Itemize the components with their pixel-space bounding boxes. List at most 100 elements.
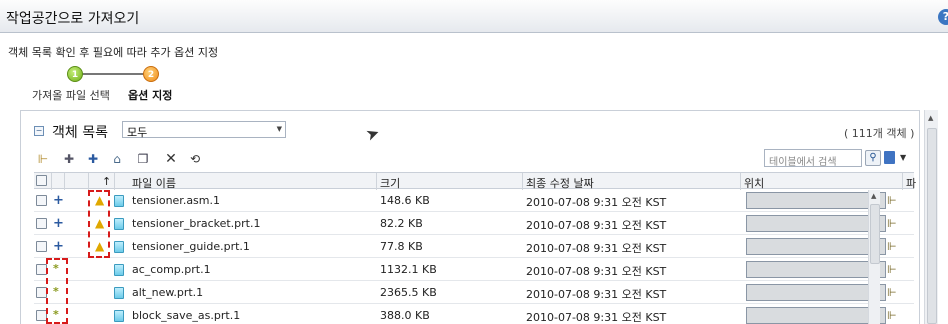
part-file-icon xyxy=(114,218,124,230)
folder-tree-icon[interactable]: ⊩ xyxy=(34,151,52,167)
column-divider[interactable] xyxy=(376,173,377,190)
step-1-badge[interactable]: 1 xyxy=(67,66,83,82)
column-modified-header[interactable]: 최종 수정 날짜 xyxy=(526,175,594,191)
folder-icon[interactable]: ⌂ xyxy=(108,151,126,167)
column-divider[interactable] xyxy=(64,173,65,190)
file-modified: 2010-07-08 9:31 오전 KST xyxy=(526,196,667,209)
part-file-icon xyxy=(114,241,124,253)
step-2-label: 옵션 지정 xyxy=(128,89,173,102)
filter-select[interactable]: 모두 ▼ xyxy=(122,121,286,139)
location-field[interactable] xyxy=(746,307,886,324)
add-required-icon[interactable]: ✚ xyxy=(84,151,102,167)
scrollbar-thumb[interactable] xyxy=(927,128,937,324)
file-size: 388.0 KB xyxy=(380,309,430,322)
step-connector xyxy=(78,73,151,75)
row-checkbox[interactable] xyxy=(36,195,47,206)
select-all-checkbox[interactable] xyxy=(36,175,47,186)
file-size: 82.2 KB xyxy=(380,217,423,230)
toolbar: ⊩ ✚ ✚ ⌂ ❐ ✕ ⟲ 테이블에서 검색 ⚲ ▼ xyxy=(34,148,914,170)
file-size: 148.6 KB xyxy=(380,194,430,207)
file-name[interactable]: tensioner_guide.prt.1 xyxy=(132,240,250,253)
column-location-header[interactable]: 위치 xyxy=(744,175,764,191)
warning-highlight-box xyxy=(88,190,110,258)
column-divider[interactable] xyxy=(88,173,89,190)
column-more-header[interactable]: 파 xyxy=(906,175,916,191)
table-options-icon[interactable] xyxy=(884,151,895,164)
file-modified: 2010-07-08 9:31 오전 KST xyxy=(526,242,667,255)
file-size: 77.8 KB xyxy=(380,240,423,253)
table-header: ↑ 파일 이름 크기 최종 수정 날짜 위치 파 xyxy=(34,172,916,191)
sort-indicator-icon[interactable]: ↑ xyxy=(102,175,111,188)
location-field[interactable] xyxy=(746,215,886,232)
column-divider[interactable] xyxy=(740,173,741,190)
required-marker-icon: + xyxy=(53,216,64,231)
file-name[interactable]: tensioner.asm.1 xyxy=(132,194,220,207)
table-row[interactable]: * ac_comp.prt.1 1132.1 KB 2010-07-08 9:3… xyxy=(34,259,914,281)
chevron-down-icon[interactable]: ▼ xyxy=(900,153,906,162)
scrollbar-thumb[interactable] xyxy=(870,204,880,264)
location-field[interactable] xyxy=(746,261,886,278)
collapse-icon[interactable]: − xyxy=(34,126,44,136)
table-scrollbar[interactable]: ▲ xyxy=(868,190,880,324)
table-row[interactable]: * block_save_as.prt.1 388.0 KB 2010-07-0… xyxy=(34,305,914,324)
table-row[interactable]: * alt_new.prt.1 2365.5 KB 2010-07-08 9:3… xyxy=(34,282,914,304)
file-modified: 2010-07-08 9:31 오전 KST xyxy=(526,219,667,232)
file-name[interactable]: ac_comp.prt.1 xyxy=(132,263,211,276)
window-title: 작업공간으로 가져오기 xyxy=(6,11,140,27)
file-size: 1132.1 KB xyxy=(380,263,437,276)
column-divider[interactable] xyxy=(114,173,115,190)
title-bar: 작업공간으로 가져오기 ? xyxy=(0,0,948,33)
column-size-header[interactable]: 크기 xyxy=(380,175,400,191)
row-checkbox[interactable] xyxy=(36,241,47,252)
column-name-header[interactable]: 파일 이름 xyxy=(132,175,176,191)
file-name[interactable]: tensioner_bracket.prt.1 xyxy=(132,217,261,230)
wizard-steps: 1 2 가져올 파일 선택 옵션 지정 xyxy=(0,64,240,104)
required-marker-icon: + xyxy=(53,239,64,254)
row-checkbox[interactable] xyxy=(36,218,47,229)
file-size: 2365.5 KB xyxy=(380,286,437,299)
filter-value: 모두 xyxy=(127,126,148,139)
location-field[interactable] xyxy=(746,238,886,255)
refresh-icon[interactable]: ⟲ xyxy=(186,151,204,167)
location-field[interactable] xyxy=(746,192,886,209)
folder-icon[interactable]: ⊩ xyxy=(887,263,897,276)
folder-icon[interactable]: ⊩ xyxy=(887,309,897,322)
column-divider[interactable] xyxy=(522,173,523,190)
instruction-text: 객체 목록 확인 후 필요에 따라 추가 옵션 지정 xyxy=(8,46,219,59)
step-1-label[interactable]: 가져올 파일 선택 xyxy=(32,87,110,103)
help-icon[interactable]: ? xyxy=(938,9,948,25)
part-file-icon xyxy=(114,264,124,276)
panel-scrollbar[interactable]: ▲ xyxy=(924,110,938,324)
add-dependents-icon[interactable]: ✚ xyxy=(60,151,78,167)
assembly-file-icon xyxy=(114,195,124,207)
folder-icon[interactable]: ⊩ xyxy=(887,217,897,230)
search-icon[interactable]: ⚲ xyxy=(865,150,881,166)
folder-icon[interactable]: ⊩ xyxy=(887,194,897,207)
list-title: 객체 목록 xyxy=(52,125,108,141)
file-modified: 2010-07-08 9:31 오전 KST xyxy=(526,288,667,301)
scroll-up-icon[interactable]: ▲ xyxy=(928,114,933,122)
column-divider[interactable] xyxy=(902,173,903,190)
part-file-icon xyxy=(114,287,124,299)
chevron-down-icon[interactable]: ▼ xyxy=(277,125,282,133)
scroll-up-icon[interactable]: ▲ xyxy=(871,192,876,200)
part-file-icon xyxy=(114,310,124,322)
new-window-icon[interactable]: ❐ xyxy=(134,151,152,167)
file-name[interactable]: block_save_as.prt.1 xyxy=(132,309,240,322)
file-modified: 2010-07-08 9:31 오전 KST xyxy=(526,265,667,278)
folder-icon[interactable]: ⊩ xyxy=(887,240,897,253)
table-search-input[interactable]: 테이블에서 검색 xyxy=(764,149,862,168)
required-marker-icon: + xyxy=(53,193,64,208)
folder-icon[interactable]: ⊩ xyxy=(887,286,897,299)
table-row[interactable]: + ▲ tensioner_bracket.prt.1 82.2 KB 2010… xyxy=(34,213,914,235)
remove-icon[interactable]: ✕ xyxy=(162,151,180,167)
location-field[interactable] xyxy=(746,284,886,301)
file-name[interactable]: alt_new.prt.1 xyxy=(132,286,203,299)
step-2-badge: 2 xyxy=(143,66,159,82)
table-row[interactable]: + ▲ tensioner.asm.1 148.6 KB 2010-07-08 … xyxy=(34,190,914,212)
table-row[interactable]: + ▲ tensioner_guide.prt.1 77.8 KB 2010-0… xyxy=(34,236,914,258)
search-placeholder: 테이블에서 검색 xyxy=(769,157,837,168)
column-divider[interactable] xyxy=(51,173,52,190)
object-count: ( 111개 객체 ) xyxy=(844,127,915,140)
file-modified: 2010-07-08 9:31 오전 KST xyxy=(526,311,667,324)
